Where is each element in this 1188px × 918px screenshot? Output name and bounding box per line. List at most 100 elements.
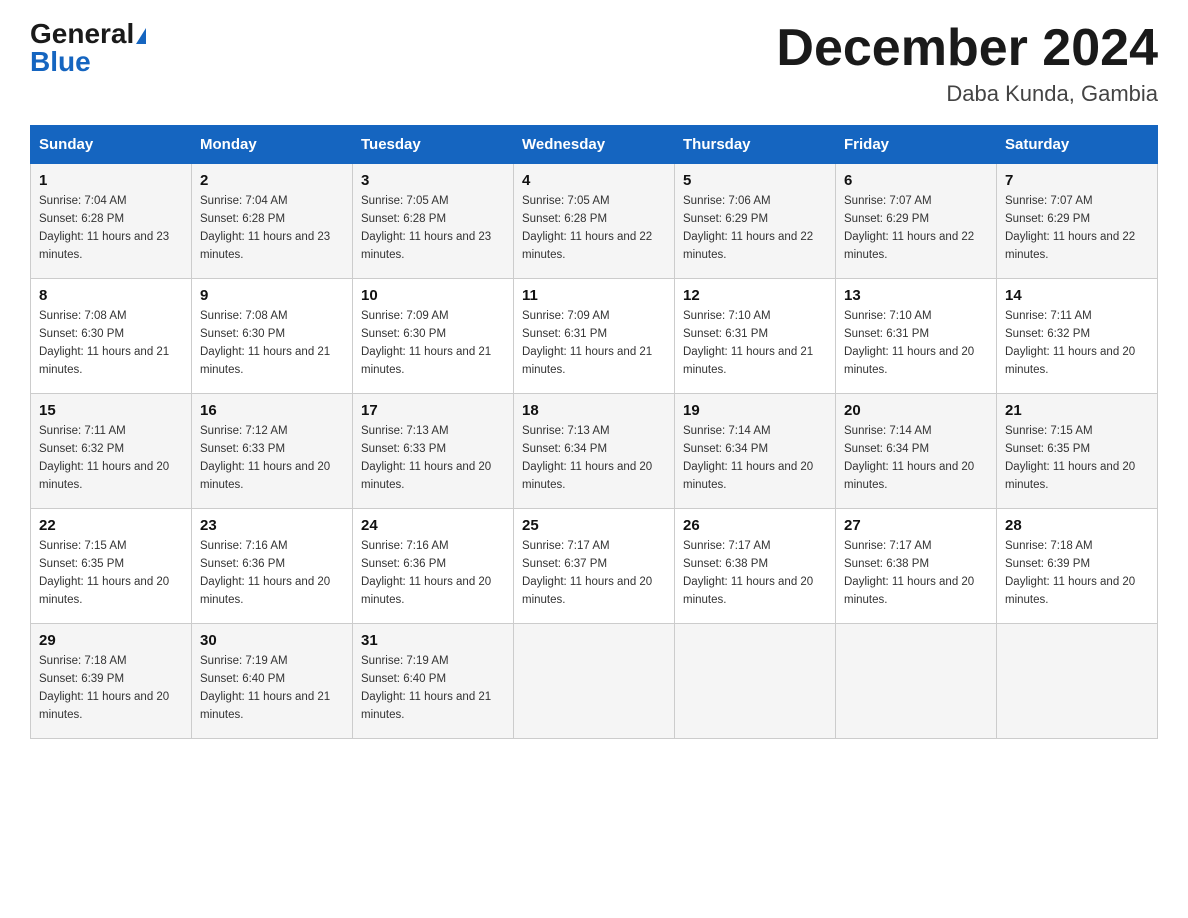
day-info: Sunrise: 7:11 AMSunset: 6:32 PMDaylight:… [39,425,169,490]
location-title: Daba Kunda, Gambia [776,81,1158,107]
header-tuesday: Tuesday [353,126,514,164]
calendar-cell: 17 Sunrise: 7:13 AMSunset: 6:33 PMDaylig… [353,394,514,509]
day-number: 25 [522,517,666,534]
day-number: 4 [522,172,666,189]
day-info: Sunrise: 7:17 AMSunset: 6:37 PMDaylight:… [522,540,652,605]
day-number: 31 [361,632,505,649]
day-info: Sunrise: 7:16 AMSunset: 6:36 PMDaylight:… [361,540,491,605]
calendar-cell [514,624,675,739]
header-thursday: Thursday [675,126,836,164]
day-info: Sunrise: 7:04 AMSunset: 6:28 PMDaylight:… [39,195,169,260]
day-number: 28 [1005,517,1149,534]
day-info: Sunrise: 7:10 AMSunset: 6:31 PMDaylight:… [683,310,813,375]
calendar-cell: 15 Sunrise: 7:11 AMSunset: 6:32 PMDaylig… [31,394,192,509]
day-number: 9 [200,287,344,304]
day-info: Sunrise: 7:10 AMSunset: 6:31 PMDaylight:… [844,310,974,375]
day-number: 15 [39,402,183,419]
day-number: 29 [39,632,183,649]
logo: General Blue [30,20,146,76]
day-number: 30 [200,632,344,649]
calendar-header-row: SundayMondayTuesdayWednesdayThursdayFrid… [31,126,1158,164]
day-number: 24 [361,517,505,534]
day-number: 20 [844,402,988,419]
calendar-cell: 29 Sunrise: 7:18 AMSunset: 6:39 PMDaylig… [31,624,192,739]
calendar-cell: 16 Sunrise: 7:12 AMSunset: 6:33 PMDaylig… [192,394,353,509]
day-info: Sunrise: 7:17 AMSunset: 6:38 PMDaylight:… [844,540,974,605]
calendar-cell: 26 Sunrise: 7:17 AMSunset: 6:38 PMDaylig… [675,509,836,624]
day-info: Sunrise: 7:08 AMSunset: 6:30 PMDaylight:… [39,310,169,375]
calendar-cell [675,624,836,739]
day-info: Sunrise: 7:17 AMSunset: 6:38 PMDaylight:… [683,540,813,605]
header: General Blue December 2024 Daba Kunda, G… [30,20,1158,107]
day-info: Sunrise: 7:06 AMSunset: 6:29 PMDaylight:… [683,195,813,260]
day-info: Sunrise: 7:18 AMSunset: 6:39 PMDaylight:… [1005,540,1135,605]
day-info: Sunrise: 7:12 AMSunset: 6:33 PMDaylight:… [200,425,330,490]
header-friday: Friday [836,126,997,164]
day-info: Sunrise: 7:13 AMSunset: 6:33 PMDaylight:… [361,425,491,490]
calendar-cell: 1 Sunrise: 7:04 AMSunset: 6:28 PMDayligh… [31,164,192,279]
calendar-cell: 27 Sunrise: 7:17 AMSunset: 6:38 PMDaylig… [836,509,997,624]
calendar-cell: 20 Sunrise: 7:14 AMSunset: 6:34 PMDaylig… [836,394,997,509]
day-info: Sunrise: 7:08 AMSunset: 6:30 PMDaylight:… [200,310,330,375]
day-info: Sunrise: 7:13 AMSunset: 6:34 PMDaylight:… [522,425,652,490]
header-saturday: Saturday [997,126,1158,164]
logo-blue: Blue [30,46,91,77]
calendar-cell: 9 Sunrise: 7:08 AMSunset: 6:30 PMDayligh… [192,279,353,394]
calendar-cell: 18 Sunrise: 7:13 AMSunset: 6:34 PMDaylig… [514,394,675,509]
calendar-week-row: 8 Sunrise: 7:08 AMSunset: 6:30 PMDayligh… [31,279,1158,394]
calendar-cell: 22 Sunrise: 7:15 AMSunset: 6:35 PMDaylig… [31,509,192,624]
calendar-cell: 31 Sunrise: 7:19 AMSunset: 6:40 PMDaylig… [353,624,514,739]
calendar-cell: 23 Sunrise: 7:16 AMSunset: 6:36 PMDaylig… [192,509,353,624]
logo-text: General Blue [30,20,146,76]
day-number: 17 [361,402,505,419]
day-number: 22 [39,517,183,534]
day-number: 23 [200,517,344,534]
calendar-cell: 7 Sunrise: 7:07 AMSunset: 6:29 PMDayligh… [997,164,1158,279]
month-title: December 2024 [776,20,1158,77]
day-number: 6 [844,172,988,189]
day-info: Sunrise: 7:15 AMSunset: 6:35 PMDaylight:… [1005,425,1135,490]
calendar-cell: 14 Sunrise: 7:11 AMSunset: 6:32 PMDaylig… [997,279,1158,394]
calendar-week-row: 29 Sunrise: 7:18 AMSunset: 6:39 PMDaylig… [31,624,1158,739]
calendar-cell: 13 Sunrise: 7:10 AMSunset: 6:31 PMDaylig… [836,279,997,394]
day-info: Sunrise: 7:07 AMSunset: 6:29 PMDaylight:… [1005,195,1135,260]
calendar-cell [997,624,1158,739]
calendar-cell: 28 Sunrise: 7:18 AMSunset: 6:39 PMDaylig… [997,509,1158,624]
calendar-week-row: 15 Sunrise: 7:11 AMSunset: 6:32 PMDaylig… [31,394,1158,509]
calendar-cell: 12 Sunrise: 7:10 AMSunset: 6:31 PMDaylig… [675,279,836,394]
day-info: Sunrise: 7:05 AMSunset: 6:28 PMDaylight:… [522,195,652,260]
calendar-cell: 30 Sunrise: 7:19 AMSunset: 6:40 PMDaylig… [192,624,353,739]
calendar-cell: 4 Sunrise: 7:05 AMSunset: 6:28 PMDayligh… [514,164,675,279]
calendar-cell [836,624,997,739]
calendar-week-row: 1 Sunrise: 7:04 AMSunset: 6:28 PMDayligh… [31,164,1158,279]
header-sunday: Sunday [31,126,192,164]
title-area: December 2024 Daba Kunda, Gambia [776,20,1158,107]
logo-triangle-icon [136,28,146,44]
day-number: 8 [39,287,183,304]
calendar-cell: 24 Sunrise: 7:16 AMSunset: 6:36 PMDaylig… [353,509,514,624]
calendar-table: SundayMondayTuesdayWednesdayThursdayFrid… [30,125,1158,739]
calendar-cell: 6 Sunrise: 7:07 AMSunset: 6:29 PMDayligh… [836,164,997,279]
calendar-cell: 5 Sunrise: 7:06 AMSunset: 6:29 PMDayligh… [675,164,836,279]
calendar-week-row: 22 Sunrise: 7:15 AMSunset: 6:35 PMDaylig… [31,509,1158,624]
day-number: 5 [683,172,827,189]
day-info: Sunrise: 7:18 AMSunset: 6:39 PMDaylight:… [39,655,169,720]
day-number: 13 [844,287,988,304]
day-info: Sunrise: 7:15 AMSunset: 6:35 PMDaylight:… [39,540,169,605]
calendar-cell: 25 Sunrise: 7:17 AMSunset: 6:37 PMDaylig… [514,509,675,624]
calendar-cell: 8 Sunrise: 7:08 AMSunset: 6:30 PMDayligh… [31,279,192,394]
day-number: 21 [1005,402,1149,419]
day-number: 7 [1005,172,1149,189]
day-number: 3 [361,172,505,189]
logo-general: General [30,18,134,49]
day-number: 1 [39,172,183,189]
day-number: 11 [522,287,666,304]
day-number: 10 [361,287,505,304]
day-info: Sunrise: 7:14 AMSunset: 6:34 PMDaylight:… [683,425,813,490]
day-info: Sunrise: 7:05 AMSunset: 6:28 PMDaylight:… [361,195,491,260]
calendar-cell: 19 Sunrise: 7:14 AMSunset: 6:34 PMDaylig… [675,394,836,509]
calendar-cell: 3 Sunrise: 7:05 AMSunset: 6:28 PMDayligh… [353,164,514,279]
header-wednesday: Wednesday [514,126,675,164]
day-number: 2 [200,172,344,189]
day-info: Sunrise: 7:14 AMSunset: 6:34 PMDaylight:… [844,425,974,490]
